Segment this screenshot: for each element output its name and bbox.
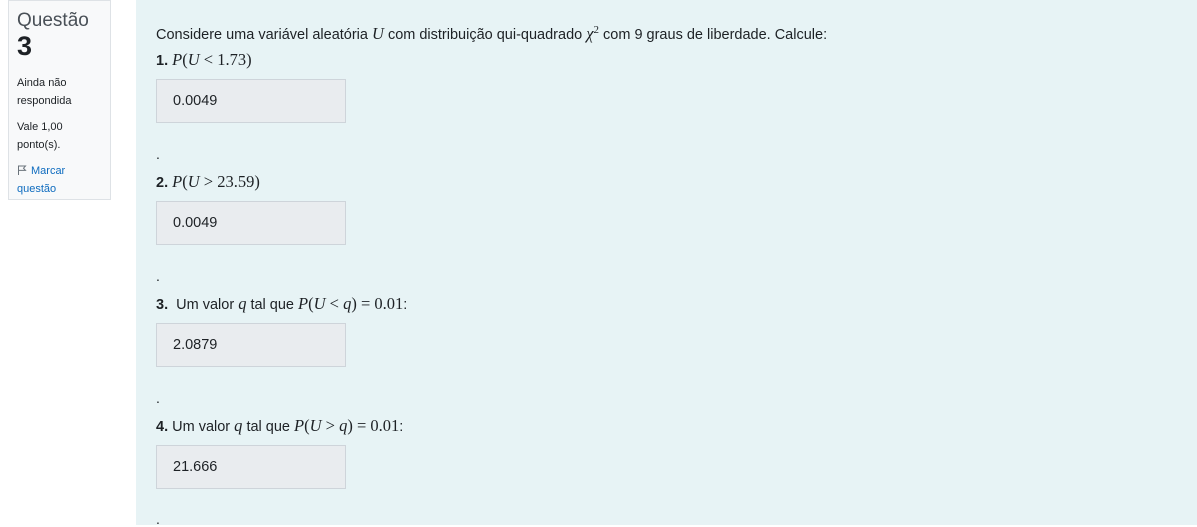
status-line-1: Ainda não: [17, 77, 67, 89]
flag-label-2: questão: [17, 183, 57, 195]
part-3-answer-field[interactable]: 2.0879: [156, 323, 346, 367]
part-number: 1.: [156, 53, 169, 69]
part-3-expression: P(U < q) = 0.01: [298, 294, 404, 313]
part-number: 3.: [156, 297, 169, 313]
part-number: 4.: [156, 419, 169, 435]
intro-degrees: com 9: [599, 26, 643, 43]
part-4-expression: P(U > q) = 0.01: [294, 416, 400, 435]
intro-chi: χ: [586, 23, 594, 43]
part-number: 2.: [156, 175, 169, 191]
part-2-expression: P(U > 23.59): [172, 172, 260, 191]
part-3-label: 3. Um valor q tal que P(U < q) = 0.01:: [156, 292, 407, 317]
flag-question-link[interactable]: Marcar questão: [17, 162, 102, 198]
part-4-text-a: Um valor: [168, 419, 235, 435]
part-4-answer-field[interactable]: 21.666: [156, 445, 346, 489]
grade-line-2: ponto(s).: [17, 139, 61, 151]
part-1-label: 1. P(U < 1.73): [156, 48, 252, 73]
question-grade: Vale 1,00 ponto(s).: [17, 118, 102, 154]
status-line-2: respondida: [17, 95, 72, 107]
part-2-answer-field[interactable]: 0.0049: [156, 201, 346, 245]
part-4-label: 4. Um valor q tal que P(U > q) = 0.01:: [156, 414, 403, 439]
part-3-text-b: tal que: [246, 297, 299, 313]
part-1-expression: P(U < 1.73): [172, 50, 252, 69]
grade-line-1: Vale 1,00: [17, 121, 63, 133]
intro-prefix: Considere uma variável aleatória: [156, 26, 372, 43]
question-status: Ainda não respondida: [17, 74, 102, 110]
intro-variable: U: [372, 23, 384, 43]
part-1-dot: .: [156, 146, 160, 162]
part-4-dot: .: [156, 511, 160, 527]
part-2-dot: .: [156, 268, 160, 284]
part-3-text-a: Um valor: [168, 297, 239, 313]
question-text: Considere uma variável aleatória U com d…: [156, 18, 827, 47]
part-3-colon: :: [403, 297, 408, 313]
part-4-text-b: tal que: [242, 419, 295, 435]
intro-middle: com distribuição qui-quadrado: [383, 26, 587, 43]
question-label: Questão: [17, 10, 89, 31]
question-info-panel: Questão 3 Ainda não respondida Vale 1,00…: [8, 0, 111, 200]
part-4-colon: :: [399, 419, 404, 435]
question-content: Considere uma variável aleatória U com d…: [136, 0, 1197, 527]
flag-label-1: Marcar: [31, 165, 66, 177]
part-1-answer-field[interactable]: 0.0049: [156, 79, 346, 123]
part-3-dot: .: [156, 390, 160, 406]
part-2-label: 2. P(U > 23.59): [156, 170, 260, 195]
intro-suffix: graus de liberdade. Calcule:: [642, 26, 828, 43]
question-number: 3: [17, 31, 33, 61]
flag-icon: [17, 163, 27, 175]
